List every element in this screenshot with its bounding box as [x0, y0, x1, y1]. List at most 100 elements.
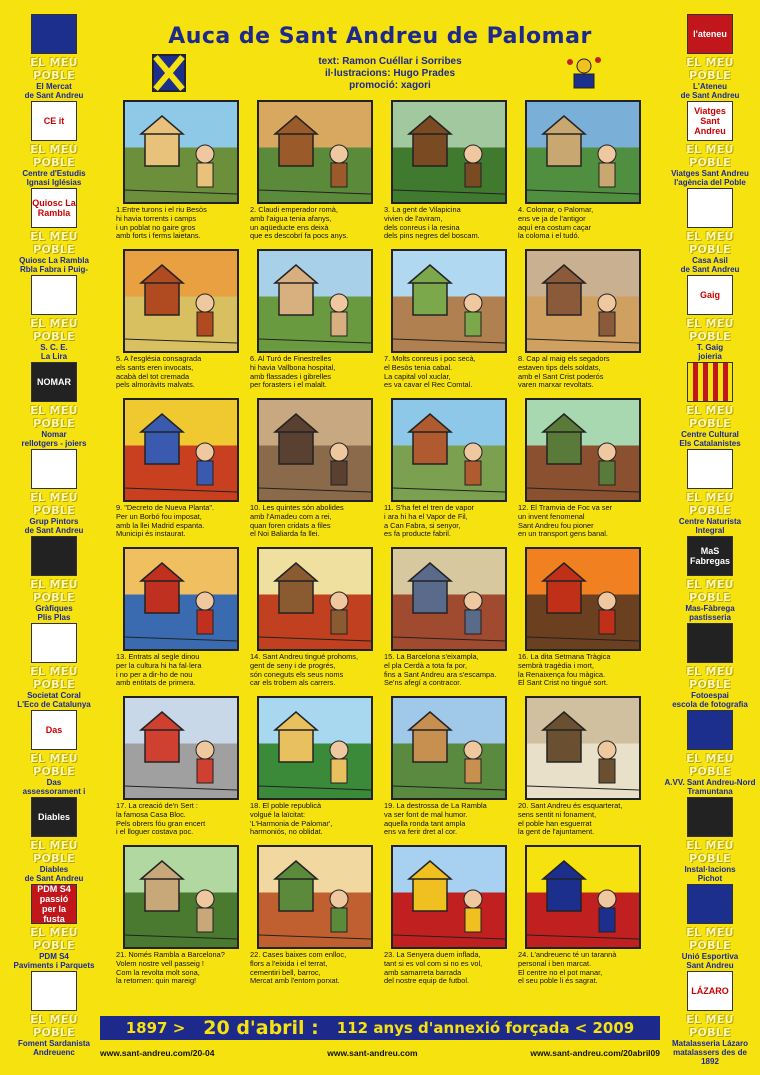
panel-illustration	[525, 398, 641, 502]
sponsor-name: Centre Cultural Els Catalanistes	[679, 430, 741, 448]
sponsor-right-1: Viatges Sant Andreu EL MEU POBLE Viatges S…	[664, 101, 756, 187]
sponsor-name: A.VV. Sant Andreu-Nord Tramuntana	[664, 778, 756, 796]
auca-panel: 21. Només Rambla a Barcelona? Volem nost…	[112, 841, 246, 990]
banner-text: 112 anys d'annexió forçada < 2009	[336, 1019, 635, 1037]
panel-illustration	[525, 845, 641, 949]
sponsor-name: Matalasseria Lázaro matalassers des de 1…	[671, 1039, 749, 1066]
sponsor-tag: EL MEU POBLE	[686, 143, 734, 169]
sponsor-logo-icon: PDM S4 passió per la fusta	[31, 884, 77, 924]
sponsor-tag: EL MEU POBLE	[686, 404, 734, 430]
auca-panel: 17. La creació de'n Sert : la famosa Cas…	[112, 692, 246, 841]
sponsor-name: Nomar rellotgers - joiers	[21, 430, 87, 448]
sponsor-right-3: Gaig EL MEU POBLE T. Gaig joieria	[664, 275, 756, 361]
sponsor-name: Centre Naturista Integral	[678, 517, 742, 535]
auca-panel: 5. A l'església consagrada els sants ere…	[112, 245, 246, 394]
panel-illustration	[123, 696, 239, 800]
annexation-banner: 1897 > 20 d'abril : 112 anys d'annexió f…	[100, 1016, 660, 1040]
auca-panel: 6. Al Turó de Finestrelles hi havia Vall…	[246, 245, 380, 394]
sponsor-logo-icon	[687, 710, 733, 750]
panel-illustration	[123, 249, 239, 353]
sponsor-left-11: EL MEU POBLE Foment Sardanista Andreuenc	[8, 971, 100, 1057]
panel-illustration	[391, 398, 507, 502]
sponsor-logo-icon	[687, 797, 733, 837]
panel-caption: 16. La dita Setmana Tràgica sembrà tragè…	[518, 652, 611, 688]
sponsor-logo-icon	[687, 884, 733, 924]
sponsor-tag: EL MEU POBLE	[686, 491, 734, 517]
sponsor-logo-icon	[31, 449, 77, 489]
panel-illustration	[257, 696, 373, 800]
sponsor-tag: EL MEU POBLE	[30, 56, 78, 82]
sponsor-right-4: EL MEU POBLE Centre Cultural Els Catalani…	[664, 362, 756, 448]
panel-caption: 19. La destrossa de La Rambla va ser fon…	[384, 801, 487, 837]
panel-illustration	[123, 398, 239, 502]
credit-text: text: Ramon Cuéllar i Sorribes	[318, 56, 462, 67]
sponsor-name: S. C. E. La Lira	[40, 343, 68, 361]
poster: Auca de Sant Andreu de Palomar text: Ram…	[100, 10, 660, 1058]
credit-illustrations: il·lustracions: Hugo Prades	[324, 68, 456, 79]
sponsor-logo-icon	[687, 362, 733, 402]
sponsor-left-4: NOMAR EL MEU POBLE Nomar rellotgers - joie…	[8, 362, 100, 448]
banner-date: 20 d'abril :	[203, 1017, 319, 1039]
shield-icon	[152, 54, 186, 92]
sponsor-tag: EL MEU POBLE	[30, 665, 78, 691]
sponsor-tag: EL MEU POBLE	[30, 404, 78, 430]
auca-panel: 22. Cases baixes com enlloc, flors a l'e…	[246, 841, 380, 990]
sponsor-logo-icon: Gaig	[687, 275, 733, 315]
sponsor-right-11: LÁZARO EL MEU POBLE Matalasseria Lázaro ma…	[664, 971, 756, 1066]
sponsor-left-10: PDM S4 passió per la fusta EL MEU POBLE PD…	[8, 884, 100, 970]
sponsor-logo-icon	[687, 623, 733, 663]
panel-caption: 18. El poble republicà volgué la laïcita…	[250, 801, 333, 837]
auca-panel: 19. La destrossa de La Rambla va ser fon…	[380, 692, 514, 841]
sponsor-logo-icon	[687, 188, 733, 228]
sponsor-name: Centre d'Estudis Ignasi Iglésias	[22, 169, 86, 187]
auca-panel: 1.Entre turons i el riu Besòs hi havia t…	[112, 96, 246, 245]
url-link[interactable]: www.sant-andreu.com/20abril09	[530, 1048, 660, 1058]
sponsor-logo-icon: Diables	[31, 797, 77, 837]
sponsor-logo-icon: Quiosc La Rambla	[31, 188, 77, 228]
sponsor-tag: EL MEU POBLE	[30, 839, 78, 865]
sponsor-name: El Mercat de Sant Andreu	[24, 82, 84, 100]
panel-caption: 7. Molts conreus i poc secà, el Besòs te…	[384, 354, 476, 390]
sponsor-tag: EL MEU POBLE	[686, 230, 734, 256]
sponsor-left-2: Quiosc La Rambla EL MEU POBLE Quiosc La Ra…	[8, 188, 100, 283]
mascot-icon	[567, 57, 601, 89]
sponsor-tag: EL MEU POBLE	[30, 1013, 78, 1039]
sponsor-tag: EL MEU POBLE	[30, 491, 78, 517]
sponsor-left-6: EL MEU POBLE Gràfiques Plis Plas	[8, 536, 100, 622]
sponsor-tag: EL MEU POBLE	[30, 752, 78, 778]
sponsor-left-7: EL MEU POBLE Societat Coral L'Eco de Cata…	[8, 623, 100, 709]
sponsor-logo-icon: Viatges Sant Andreu	[687, 101, 733, 141]
panel-illustration	[525, 696, 641, 800]
sponsor-tag: EL MEU POBLE	[30, 578, 78, 604]
panel-illustration	[391, 547, 507, 651]
panel-caption: 3. La gent de Vilapicina vivien de l'avi…	[384, 205, 480, 241]
sponsor-logo-icon	[31, 623, 77, 663]
sponsor-tag: EL MEU POBLE	[686, 317, 734, 343]
panel-caption: 15. La Barcelona s'eixampla, el pla Cerd…	[384, 652, 497, 688]
auca-panel: 18. El poble republicà volgué la laïcita…	[246, 692, 380, 841]
panel-illustration	[257, 398, 373, 502]
credit-promotion: promoció: xagori	[349, 80, 431, 91]
sponsor-name: Gràfiques Plis Plas	[35, 604, 73, 622]
url-link[interactable]: www.sant-andreu.com/20-04	[100, 1048, 214, 1058]
panel-caption: 22. Cases baixes com enlloc, flors a l'e…	[250, 950, 347, 986]
sponsor-name: Diables de Sant Andreu	[24, 865, 84, 883]
panel-illustration	[257, 249, 373, 353]
sponsor-name: Viatges Sant Andreu l'agència del Poble	[671, 169, 749, 187]
auca-panel: 20. Sant Andreu és esquarterat, sens sen…	[514, 692, 648, 841]
auca-panel: 7. Molts conreus i poc secà, el Besòs te…	[380, 245, 514, 394]
panel-illustration	[525, 547, 641, 651]
sponsor-logo-icon	[31, 275, 77, 315]
sponsor-tag: EL MEU POBLE	[686, 578, 734, 604]
sponsor-name: Grup Pintors de Sant Andreu	[24, 517, 84, 535]
panel-caption: 14. Sant Andreu tingué prohoms, gent de …	[250, 652, 359, 688]
sponsor-name: Casa Asil de Sant Andreu	[680, 256, 740, 274]
panel-illustration	[123, 547, 239, 651]
url-link[interactable]: www.sant-andreu.com	[327, 1048, 417, 1058]
sponsor-tag: EL MEU POBLE	[686, 752, 734, 778]
sponsor-tag: EL MEU POBLE	[30, 317, 78, 343]
sponsor-tag: EL MEU POBLE	[30, 143, 78, 169]
sponsor-name: Foment Sardanista Andreuenc	[17, 1039, 90, 1057]
panel-caption: 21. Només Rambla a Barcelona? Volem nost…	[116, 950, 225, 986]
page-title: Auca de Sant Andreu de Palomar	[168, 24, 592, 49]
